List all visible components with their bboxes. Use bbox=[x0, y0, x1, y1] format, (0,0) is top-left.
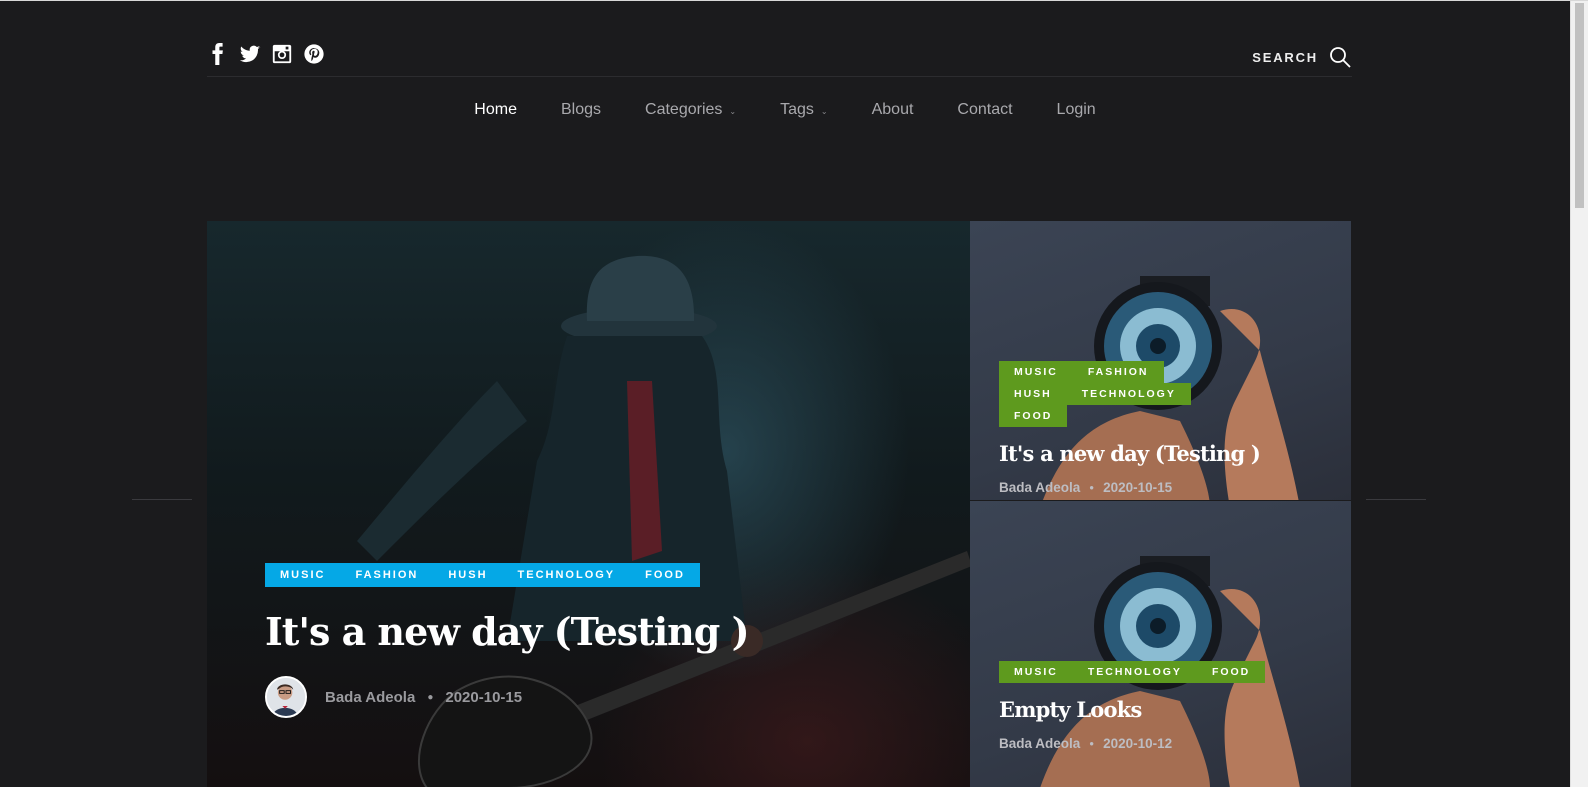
author-name[interactable]: Bada Adeola bbox=[999, 480, 1080, 495]
divider-right bbox=[1366, 499, 1426, 500]
tag-music[interactable]: MUSIC bbox=[999, 661, 1073, 683]
featured-post-title[interactable]: It's a new day (Testing ) bbox=[265, 609, 750, 654]
nav-item-blogs[interactable]: Blogs bbox=[561, 101, 601, 119]
tag-hush[interactable]: HUSH bbox=[433, 563, 503, 587]
separator-dot: ● bbox=[1089, 483, 1095, 492]
post-meta: Bada Adeola ● 2020-10-15 bbox=[265, 676, 749, 718]
search-label: SEARCH bbox=[1252, 49, 1318, 65]
nav-item-label: About bbox=[871, 101, 914, 118]
nav-item-categories[interactable]: Categories ⌄ bbox=[645, 101, 736, 119]
divider-left bbox=[132, 499, 192, 500]
nav-item-label: Home bbox=[474, 101, 517, 118]
post-card-title[interactable]: It's a new day (Testing ) bbox=[999, 441, 1261, 466]
facebook-icon[interactable] bbox=[207, 43, 229, 65]
tag-music[interactable]: MUSIC bbox=[999, 361, 1073, 383]
nav-item-label: Blogs bbox=[560, 101, 602, 118]
post-date: 2020-10-12 bbox=[1103, 736, 1173, 751]
post-card-title[interactable]: Empty Looks bbox=[999, 697, 1265, 722]
tag-music[interactable]: MUSIC bbox=[265, 563, 341, 587]
twitter-icon[interactable] bbox=[239, 43, 261, 65]
scrollbar-thumb[interactable] bbox=[1575, 3, 1584, 208]
search-icon bbox=[1330, 47, 1351, 68]
tag-technology[interactable]: TECHNOLOGY bbox=[502, 563, 631, 587]
chevron-down-icon: ⌄ bbox=[820, 106, 828, 116]
top-bar: SEARCH bbox=[207, 41, 1352, 77]
tag-fashion[interactable]: FASHION bbox=[340, 563, 434, 587]
author-name[interactable]: Bada Adeola bbox=[325, 689, 415, 706]
post-card-content: MUSIC FASHION HUSH TECHNOLOGY FOOD It's … bbox=[999, 361, 1261, 495]
avatar[interactable] bbox=[265, 676, 307, 718]
search-button[interactable]: SEARCH bbox=[1252, 45, 1352, 69]
chevron-down-icon: ⌄ bbox=[729, 106, 737, 116]
nav-item-tags[interactable]: Tags ⌄ bbox=[780, 101, 828, 119]
tag-food[interactable]: FOOD bbox=[999, 405, 1068, 427]
post-card[interactable]: MUSIC TECHNOLOGY FOOD Empty Looks Bada A… bbox=[970, 501, 1351, 787]
nav-item-label: Contact bbox=[957, 101, 1013, 118]
tag-hush[interactable]: HUSH bbox=[999, 383, 1067, 405]
post-meta: Bada Adeola ● 2020-10-15 bbox=[999, 480, 1260, 495]
tag-list: MUSIC TECHNOLOGY FOOD bbox=[999, 661, 1266, 683]
post-card[interactable]: MUSIC FASHION HUSH TECHNOLOGY FOOD It's … bbox=[970, 221, 1351, 500]
tag-technology[interactable]: TECHNOLOGY bbox=[1066, 383, 1191, 405]
featured-post[interactable]: MUSIC FASHION HUSH TECHNOLOGY FOOD It's … bbox=[207, 221, 970, 787]
nav-item-about[interactable]: About bbox=[872, 101, 914, 119]
separator-dot: ● bbox=[427, 691, 434, 703]
instagram-icon[interactable] bbox=[271, 43, 293, 65]
nav-item-contact[interactable]: Contact bbox=[957, 101, 1012, 119]
tag-fashion[interactable]: FASHION bbox=[1072, 361, 1164, 383]
nav-item-home[interactable]: Home bbox=[474, 101, 517, 119]
nav-item-label: Login bbox=[1056, 101, 1096, 118]
nav-item-label: Tags bbox=[780, 101, 814, 118]
post-date: 2020-10-15 bbox=[445, 688, 523, 706]
pinterest-icon[interactable] bbox=[303, 43, 325, 65]
author-name[interactable]: Bada Adeola bbox=[999, 736, 1080, 751]
post-meta: Bada Adeola ● 2020-10-12 bbox=[999, 736, 1265, 751]
tag-technology[interactable]: TECHNOLOGY bbox=[1072, 661, 1197, 683]
featured-post-content: MUSIC FASHION HUSH TECHNOLOGY FOOD It's … bbox=[265, 563, 750, 718]
nav-item-label: Categories bbox=[645, 101, 723, 118]
vertical-scrollbar[interactable] bbox=[1570, 1, 1588, 787]
separator-dot: ● bbox=[1089, 739, 1095, 748]
tag-food[interactable]: FOOD bbox=[630, 563, 700, 587]
tag-list: MUSIC FASHION HUSH TECHNOLOGY FOOD bbox=[999, 361, 1229, 427]
post-date: 2020-10-15 bbox=[1103, 480, 1173, 495]
tag-list: MUSIC FASHION HUSH TECHNOLOGY FOOD bbox=[265, 563, 700, 587]
social-links bbox=[207, 43, 325, 65]
main-nav: Home Blogs Categories ⌄ Tags ⌄ About Conta… bbox=[0, 101, 1570, 119]
post-card-content: MUSIC TECHNOLOGY FOOD Empty Looks Bada A… bbox=[999, 661, 1266, 751]
nav-item-login[interactable]: Login bbox=[1057, 101, 1096, 119]
tag-food[interactable]: FOOD bbox=[1196, 661, 1266, 683]
